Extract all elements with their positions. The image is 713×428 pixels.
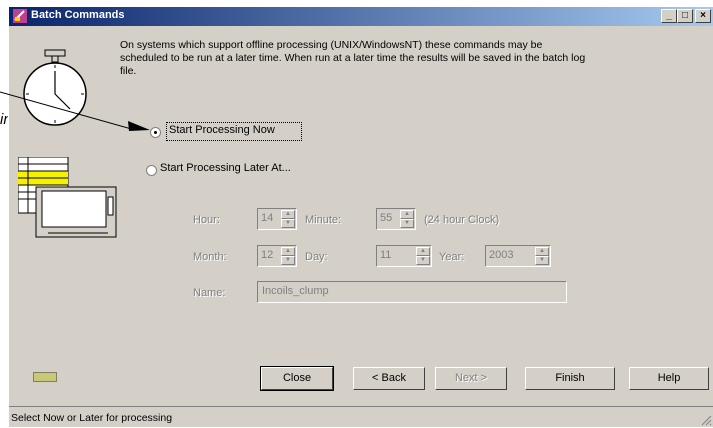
year-spinner[interactable]: 2003 ▲ ▼ (485, 245, 551, 267)
minimize-button[interactable]: _ (661, 9, 677, 23)
month-spinner[interactable]: 12 ▲ ▼ (257, 245, 297, 267)
close-button[interactable]: Close (260, 366, 334, 391)
day-value: 11 (380, 249, 392, 261)
year-label: Year: (439, 251, 465, 263)
month-label: Month: (193, 251, 227, 263)
hour-label: Hour: (193, 214, 220, 226)
spin-down-icon[interactable]: ▼ (535, 256, 549, 265)
start-now-label[interactable]: Start Processing Now (169, 124, 275, 136)
spreadsheet-icon (18, 157, 117, 238)
window-title: Batch Commands (31, 9, 125, 21)
status-bar: Select Now or Later for processing (9, 406, 713, 428)
name-label: Name: (193, 287, 226, 299)
start-later-radio[interactable] (146, 165, 157, 176)
spin-down-icon[interactable]: ▼ (281, 256, 295, 265)
start-now-radio[interactable] (150, 127, 161, 138)
spin-up-icon[interactable]: ▲ (535, 247, 549, 256)
next-button[interactable]: Next > (435, 367, 507, 390)
spin-down-icon[interactable]: ▼ (400, 219, 414, 228)
indicator-light-icon (33, 372, 57, 382)
name-field[interactable]: Incoils_clump (257, 281, 567, 303)
spin-up-icon[interactable]: ▲ (281, 247, 295, 256)
minute-value: 55 (380, 212, 393, 224)
month-value: 12 (261, 249, 274, 261)
spin-up-icon[interactable]: ▲ (400, 210, 414, 219)
spin-down-icon[interactable]: ▼ (281, 219, 295, 228)
close-window-button[interactable]: × (695, 9, 711, 23)
description-text: On systems which support offline process… (120, 39, 586, 77)
finish-button[interactable]: Finish (525, 367, 615, 390)
year-value: 2003 (489, 249, 514, 261)
batch-app-icon (13, 9, 27, 23)
resize-grip-icon[interactable] (700, 414, 712, 426)
clock-note: (24 hour Clock) (424, 214, 500, 226)
title-bar[interactable]: Batch Commands _ □ × (9, 7, 713, 26)
minute-label: Minute: (305, 214, 342, 226)
day-label: Day: (305, 251, 328, 263)
stopwatch-icon (23, 49, 87, 126)
day-spinner[interactable]: 11 ▲ ▼ (376, 245, 432, 267)
back-button[interactable]: < Back (353, 367, 425, 390)
hour-value: 14 (261, 212, 274, 224)
spin-down-icon[interactable]: ▼ (416, 256, 430, 265)
batch-commands-window: Batch Commands _ □ × On systems which su… (8, 6, 713, 427)
minute-spinner[interactable]: 55 ▲ ▼ (376, 208, 416, 230)
hour-spinner[interactable]: 14 ▲ ▼ (257, 208, 297, 230)
help-button[interactable]: Help (629, 367, 709, 390)
name-value: Incoils_clump (262, 285, 329, 297)
spin-up-icon[interactable]: ▲ (416, 247, 430, 256)
start-later-label[interactable]: Start Processing Later At... (160, 162, 291, 174)
spin-up-icon[interactable]: ▲ (281, 210, 295, 219)
status-text: Select Now or Later for processing (11, 412, 173, 424)
maximize-button[interactable]: □ (677, 9, 693, 23)
